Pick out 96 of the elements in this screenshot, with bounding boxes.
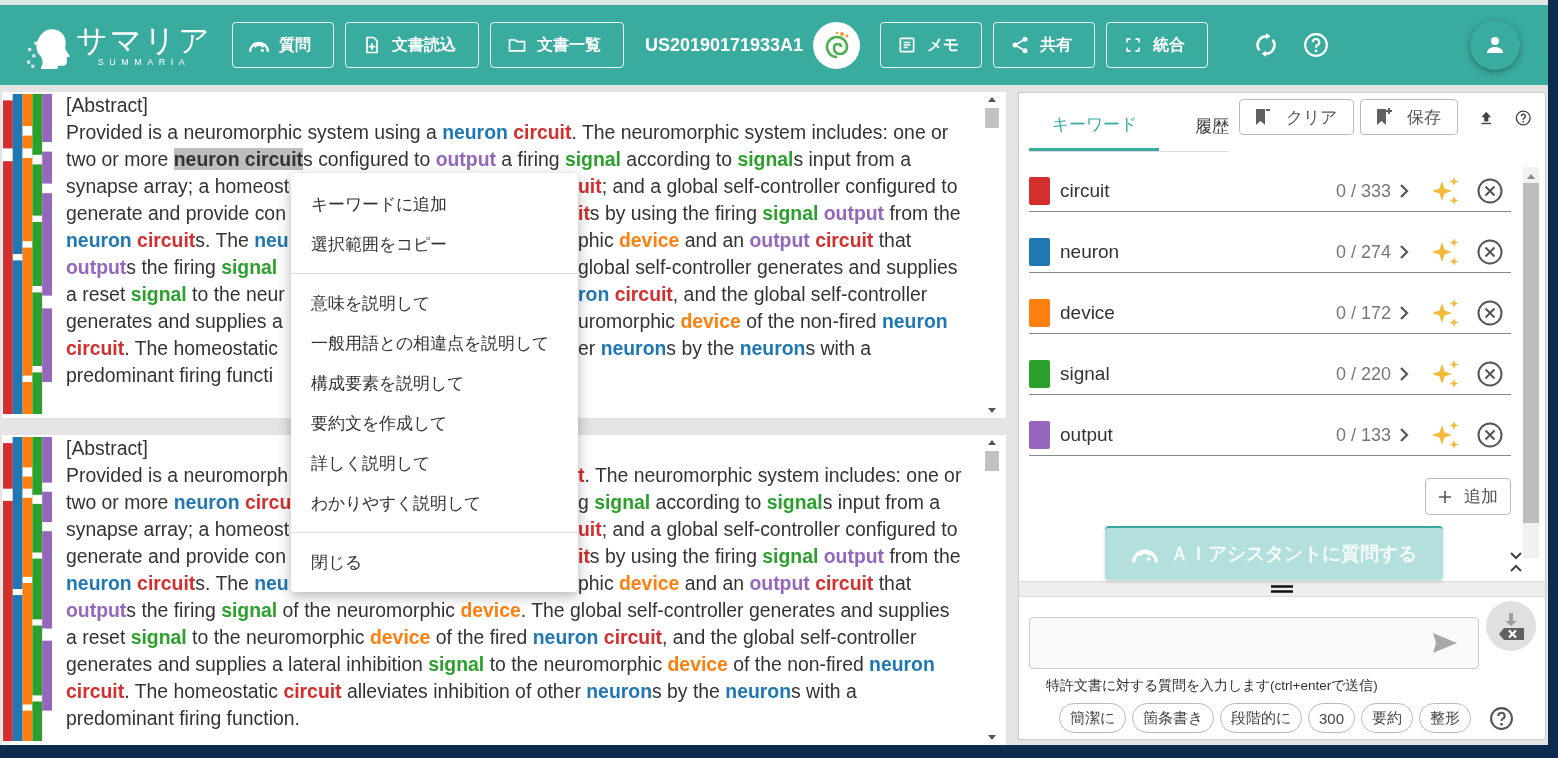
document-text: two or more — [66, 148, 170, 170]
account-button[interactable] — [1470, 20, 1520, 70]
input-hint: 特許文書に対する質問を入力します(ctrl+enterで送信) — [1046, 677, 1379, 695]
document-text: Provided is a neuromorph — [66, 464, 289, 486]
plus-icon — [1438, 489, 1452, 504]
clear-download-button[interactable] — [1486, 601, 1536, 651]
section-heading: [Abstract] — [66, 94, 148, 116]
scroll-down-icon[interactable] — [987, 735, 997, 741]
prompt-chip[interactable]: 段階的に — [1220, 703, 1302, 733]
panel-tab[interactable]: 履歴 — [1195, 93, 1229, 151]
menu-item[interactable]: 詳しく説明して — [291, 443, 578, 483]
remove-icon[interactable] — [1477, 239, 1503, 265]
next-icon[interactable] — [1399, 183, 1409, 199]
bookmark-button[interactable]: 保存 — [1360, 99, 1458, 135]
document-text: predominant firing function. — [66, 707, 300, 729]
next-icon[interactable] — [1399, 366, 1409, 382]
document-text: uit; and a global self-controller configured to — [578, 517, 958, 542]
document-text: phic device and an output circuit that — [578, 228, 912, 253]
keyword-count: 0 / 333 — [1335, 180, 1391, 202]
keyword-name: device — [1060, 302, 1115, 324]
prompt-chip[interactable]: 要約 — [1361, 703, 1414, 733]
document-text: synapse array; a homeost — [66, 175, 290, 197]
document-text: a reset signal to the neuromorphic device of the fired neuron circuit, and the global self-controller — [66, 626, 917, 648]
document-text: ron circuit, and the global self-controller — [578, 282, 928, 307]
document-text: neuron circuits. The neu — [66, 229, 289, 251]
document-text: predominant firing functi — [66, 364, 273, 386]
document-text: global self-controller generates and supplies — [578, 255, 958, 280]
remove-icon[interactable] — [1477, 422, 1503, 448]
logo-title: サマリア — [76, 22, 212, 57]
scrollbar-thumb[interactable] — [985, 108, 999, 128]
document-text: circuit. The homeostatic — [66, 337, 278, 359]
keyword-count: 0 / 172 — [1335, 302, 1391, 324]
document-text: outputs the firing signal of the neuromorphic device. The global self-controller generates and supplies — [66, 599, 950, 621]
document-text: two or more neuron circu — [66, 491, 292, 513]
remove-icon[interactable] — [1477, 178, 1503, 204]
document-text: neuron circuits. The neu — [66, 572, 289, 594]
selected-text: neuron circuit — [173, 148, 304, 170]
prompt-chip[interactable]: 箇条書き — [1132, 703, 1214, 733]
next-icon[interactable] — [1399, 305, 1409, 321]
remove-icon[interactable] — [1477, 300, 1503, 326]
logo-icon — [26, 27, 72, 69]
menu-item[interactable]: 要約文を作成して — [291, 403, 578, 443]
question-input-field[interactable] — [1029, 617, 1479, 669]
document-text: generate and provide con — [66, 202, 286, 224]
scroll-up-icon[interactable] — [1526, 173, 1536, 179]
help-icon[interactable] — [1489, 705, 1515, 731]
keyword-count: 0 / 274 — [1335, 241, 1391, 263]
document-text: uit; and a global self-controller configured to — [578, 174, 958, 199]
document-text: circuit. The homeostatic circuit alleviates inhibition of other neurons by the neurons with a — [66, 680, 857, 702]
document-text: outputs the firing signal — [66, 256, 278, 278]
prompt-chip[interactable]: 簡潔に — [1059, 703, 1126, 733]
document-text: generate and provide con — [66, 545, 286, 567]
add-keyword-button[interactable]: 追加 — [1425, 478, 1511, 515]
menu-item[interactable]: わかりやすく説明して — [291, 483, 578, 523]
document-text: a reset signal to the neur — [66, 283, 285, 305]
menu-item[interactable]: 閉じる — [291, 542, 578, 582]
remove-icon[interactable] — [1477, 361, 1503, 387]
scroll-up-icon[interactable] — [987, 96, 997, 102]
document-text: synapse array; a homeost — [66, 518, 290, 540]
keyword-count: 0 / 133 — [1335, 424, 1391, 446]
document-text: g signal according to signals input from a — [578, 490, 941, 515]
next-icon[interactable] — [1399, 427, 1409, 443]
download-clear-icon — [1496, 611, 1526, 641]
menu-item[interactable]: 選択範囲をコピー — [291, 224, 578, 264]
logo-subtitle: SUMMARIA — [97, 56, 191, 68]
scrollbar-thumb[interactable] — [985, 451, 999, 471]
scroll-down-icon[interactable] — [987, 408, 997, 414]
document-text: s configured to output a firing signal according to signals input from a — [303, 148, 911, 170]
document-text: generates and supplies a lateral inhibition signal to the neuromorphic device of the non-fired neuron — [66, 653, 935, 675]
document-text: uromorphic device of the non-fired neuron — [578, 309, 948, 334]
keyword-name: signal — [1060, 363, 1110, 385]
keyword-count: 0 / 220 — [1335, 363, 1391, 385]
menu-item[interactable]: 意味を説明して — [291, 283, 578, 323]
document-text: Provided is a neuromorphic system using a neuron circuit. The neuromorphic system includes: one or — [66, 121, 949, 143]
menu-item[interactable]: 構成要素を説明して — [291, 363, 578, 403]
keyword-name: output — [1060, 424, 1113, 446]
bookmark-button[interactable]: クリア — [1239, 99, 1354, 135]
scroll-up-icon[interactable] — [987, 439, 997, 445]
prompt-chip[interactable]: 整形 — [1419, 703, 1472, 733]
collapse-icon[interactable] — [1509, 551, 1523, 573]
document-text: t. The neuromorphic system includes: one or — [578, 463, 962, 488]
section-heading: [Abstract] — [66, 437, 148, 459]
keyword-name: neuron — [1060, 241, 1120, 263]
menu-item[interactable]: 一般用語との相違点を説明して — [291, 323, 578, 363]
document-text: er neurons by the neurons with a — [578, 336, 872, 361]
document-number: US20190171933A1 — [645, 34, 804, 56]
next-icon[interactable] — [1399, 244, 1409, 260]
resize-handle-icon[interactable] — [1271, 585, 1293, 593]
document-text: its by using the firing signal output from the — [578, 544, 961, 569]
document-text: its by using the firing signal output from the — [578, 201, 961, 226]
keyword-name: circuit — [1060, 180, 1110, 202]
menu-item[interactable]: キーワードに追加 — [291, 184, 578, 224]
note-icon — [897, 35, 918, 55]
document-text: generates and supplies a — [66, 310, 283, 332]
document-text: phic device and an output circuit that — [578, 571, 912, 596]
prompt-chip[interactable]: 300 — [1308, 703, 1356, 733]
